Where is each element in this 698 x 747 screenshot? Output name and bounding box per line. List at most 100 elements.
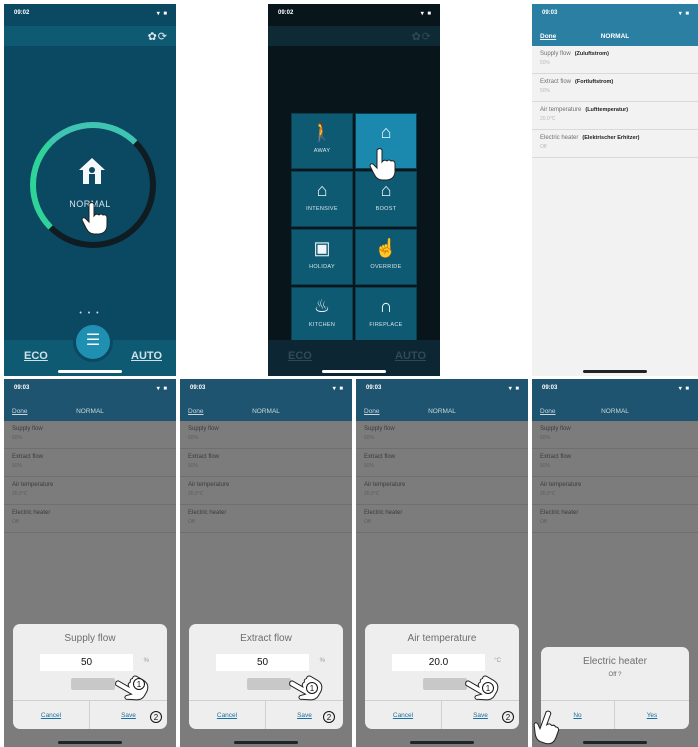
signal-icon: ▾ ■ (156, 11, 168, 17)
row-electric-heater: Electric heater Off (180, 505, 352, 533)
status-bar: 09:03 ▾ ■ (532, 4, 698, 22)
status-time: 09:03 (190, 385, 206, 391)
home-indicator (58, 741, 122, 744)
step-marker-2: 2 (502, 711, 514, 723)
row-extract-flow: Extract flow 50% (532, 449, 698, 477)
home-person-icon (79, 158, 105, 184)
fireplace-icon: ∩ (379, 296, 393, 316)
phone-electric-heater-dialog: 09:03 ▾ ■ Done NORMAL Supply flow 50% Ext… (532, 379, 698, 747)
supply-flow-input[interactable]: 50 (40, 654, 133, 671)
row-air-temperature[interactable]: Air temperature (Lufttemperatur) 20.0°C (532, 102, 698, 130)
status-time: 09:03 (366, 385, 382, 391)
air-temperature-dialog: Air temperature 20.0 °C Cancel Save (365, 624, 519, 729)
dialog-title: Supply flow (64, 633, 116, 644)
step-marker-2: 2 (150, 711, 162, 723)
dialog-buttons: Cancel Save (13, 700, 167, 729)
status-bar: 09:03 ▾ ■ (532, 379, 698, 397)
row-electric-heater: Electric heater Off (356, 505, 528, 533)
home-icon: ⌂ (380, 122, 392, 142)
signal-icon: ▾ ■ (156, 386, 168, 392)
tile-fireplace[interactable]: ∩ FIREPLACE (355, 287, 417, 343)
row-extract-flow: Extract flow 50% (180, 449, 352, 477)
fan-sync-icon: ✿⟳ (411, 31, 432, 43)
row-electric-heater[interactable]: Electric heater (Elektrischer Erhitzer) O… (532, 130, 698, 158)
eco-button: ECO (288, 350, 312, 362)
auto-button[interactable]: AUTO (131, 350, 162, 362)
unit-label: % (143, 658, 149, 664)
row-extract-flow[interactable]: Extract flow (Fortluftstrom) 50% (532, 74, 698, 102)
phone-supply-flow-dialog: 09:03 ▾ ■ Done NORMAL Supply flow 50% Ext… (4, 379, 176, 747)
dialog-title: Air temperature (407, 633, 477, 644)
row-electric-heater: Electric heater Off (532, 505, 698, 533)
phone-settings-list: 09:03 ▾ ■ Done NORMAL Supply flow (Zuluft… (532, 4, 698, 376)
dialog-title: Electric heater (583, 656, 647, 667)
signal-icon: ▾ ■ (508, 386, 520, 392)
home-indicator (234, 741, 298, 744)
dialog-buttons: Cancel Save (189, 700, 343, 729)
kitchen-icon: ♨ (313, 296, 331, 316)
status-bar: 09:02 ▾ ■ (268, 4, 440, 22)
row-air-temperature: Air temperature 20.0°C (356, 477, 528, 505)
signal-icon: ▾ ■ (332, 386, 344, 392)
eco-button[interactable]: ECO (24, 350, 48, 362)
away-icon: 🚶 (310, 122, 334, 142)
status-bar: 09:03 ▾ ■ (356, 379, 528, 397)
step-marker-1: 1 (306, 682, 318, 694)
tile-holiday[interactable]: ▣ HOLIDAY (291, 229, 353, 285)
nav-title: NORMAL (76, 408, 104, 415)
row-supply-flow: Supply flow 50% (532, 421, 698, 449)
boost-icon: ⌂ (380, 180, 392, 200)
tile-away[interactable]: 🚶 AWAY (291, 113, 353, 169)
status-bar: 09:03 ▾ ■ (180, 379, 352, 397)
row-supply-flow: Supply flow 50% (356, 421, 528, 449)
status-time: 09:03 (14, 385, 30, 391)
hamburger-icon: ☰ (85, 332, 101, 349)
tile-kitchen[interactable]: ♨ KITCHEN (291, 287, 353, 343)
tile-intensive[interactable]: ⌂ INTENSIVE (291, 171, 353, 227)
dialog-title: Extract flow (240, 633, 292, 644)
tap-hand-icon (369, 148, 396, 181)
tile-override[interactable]: ☝ OVERRIDE (355, 229, 417, 285)
unit-label: % (319, 658, 325, 664)
cancel-button[interactable]: Cancel (365, 701, 442, 729)
row-electric-heater: Electric heater Off (4, 505, 176, 533)
auto-button: AUTO (395, 350, 426, 362)
cancel-button[interactable]: Cancel (13, 701, 90, 729)
row-extract-flow: Extract flow 50% (356, 449, 528, 477)
unit-label: °C (494, 658, 501, 664)
signal-icon: ▾ ■ (678, 11, 690, 17)
signal-icon: ▾ ■ (678, 386, 690, 392)
phone-main-screen: 09:02 ▾ ■ ✿⟳ NORMAL • • • ECO ☰ AUTO (4, 4, 176, 376)
status-time: 09:03 (542, 10, 558, 16)
yes-button[interactable]: Yes (615, 701, 689, 729)
row-air-temperature: Air temperature 20.0°C (4, 477, 176, 505)
cancel-button[interactable]: Cancel (189, 701, 266, 729)
row-supply-flow: Supply flow 50% (4, 421, 176, 449)
menu-button[interactable]: ☰ (73, 322, 113, 362)
step-marker-2: 2 (323, 711, 335, 723)
step-marker-1: 1 (482, 682, 494, 694)
row-air-temperature: Air temperature 20.0°C (180, 477, 352, 505)
page-dots: • • • (79, 310, 101, 317)
home-indicator (322, 370, 386, 373)
nav-title: NORMAL (601, 408, 629, 415)
tap-hand-icon (81, 202, 108, 235)
row-supply-flow[interactable]: Supply flow (Zuluftstrom) 50% (532, 46, 698, 74)
row-extract-flow: Extract flow 50% (4, 449, 176, 477)
fan-sync-icon[interactable]: ✿⟳ (148, 30, 168, 43)
home-indicator (583, 741, 647, 744)
nav-title: NORMAL (252, 408, 280, 415)
status-bar: 09:02 ▾ ■ (4, 4, 176, 22)
extract-flow-dialog: Extract flow 50 % Cancel Save (189, 624, 343, 729)
nav-title: NORMAL (428, 408, 456, 415)
status-time: 09:02 (14, 10, 30, 16)
signal-icon: ▾ ■ (420, 11, 432, 17)
status-bar: 09:03 ▾ ■ (4, 379, 176, 397)
home-indicator (410, 741, 474, 744)
nav-title: NORMAL (600, 33, 630, 40)
dialog-question: Off ? (608, 672, 622, 678)
row-air-temperature: Air temperature 20.0°C (532, 477, 698, 505)
status-time: 09:03 (542, 385, 558, 391)
intensive-icon: ⌂ (316, 180, 328, 200)
dialog-buttons: Cancel Save (365, 700, 519, 729)
